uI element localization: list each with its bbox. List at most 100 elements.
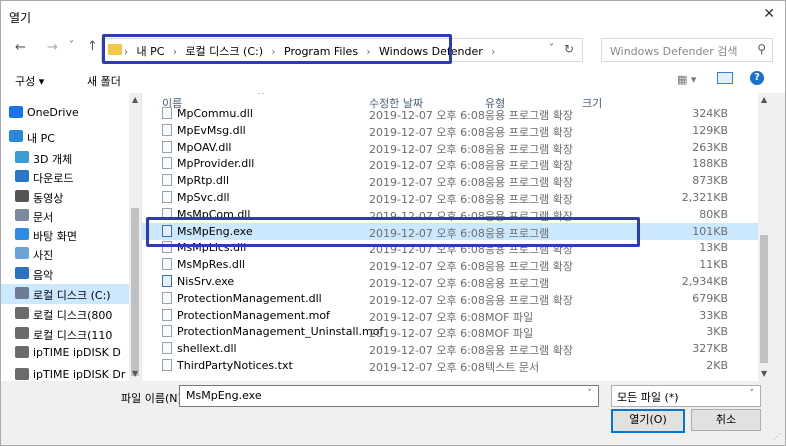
file-row[interactable]: MpSvc.dll 2019-12-07 오후 6:08 응용 프로그램 확장 2,3… [142, 189, 770, 206]
file-name: ThirdPartyNotices.txt [177, 359, 293, 372]
file-row[interactable]: MpOAV.dll 2019-12-07 오후 6:08 응용 프로그램 확장 263… [142, 139, 770, 156]
file-type: 응용 프로그램 [485, 277, 550, 290]
new-folder-button[interactable]: 새 폴더 [87, 73, 121, 89]
file-size: 873KB [692, 174, 728, 188]
sidebar-item-label: 내 PC [27, 132, 55, 145]
sidebar-item-icon [15, 190, 29, 202]
file-type: 응용 프로그램 확장 [485, 109, 573, 122]
document-icon [162, 359, 172, 371]
file-name: ProtectionManagement_Uninstall.mof [177, 325, 384, 339]
forward-arrow-icon[interactable]: → [47, 40, 58, 55]
file-row[interactable]: shellext.dll 2019-12-07 오후 6:08 응용 프로그램 확장… [142, 340, 770, 357]
sidebar-item-label: 바탕 화면 [33, 230, 77, 243]
refresh-icon[interactable]: ↻ [564, 42, 574, 56]
scroll-down-icon[interactable]: ▼ [132, 369, 138, 378]
sidebar-item-label: 로컬 디스크 (C:) [33, 289, 111, 302]
file-date: 2019-12-07 오후 6:08 [369, 277, 485, 290]
file-row[interactable]: MpEvMsg.dll 2019-12-07 오후 6:08 응용 프로그램 확장 1… [142, 122, 770, 139]
file-row[interactable]: ProtectionManagement_Uninstall.mof 2019-1… [142, 323, 770, 340]
sidebar-item[interactable]: 음악 [1, 264, 141, 284]
sidebar-item[interactable]: 내 PC [1, 127, 141, 147]
command-bar: 구성 ▾ 새 폴더 ▦ ▾ [1, 67, 785, 94]
sidebar-scrollbar[interactable]: ▲ ▼ [129, 93, 141, 381]
file-size: 33KB [699, 308, 728, 322]
sidebar-item-label: 로컬 디스크(110 [33, 329, 113, 342]
file-name: MpRtp.dll [177, 174, 230, 188]
sidebar-item-label: 음악 [33, 269, 54, 282]
filename-input[interactable]: MsMpEng.exe ˅ [179, 385, 599, 407]
sidebar-item[interactable]: 사진 [1, 244, 141, 264]
file-type-value: 모든 파일 (*) [617, 391, 679, 404]
up-arrow-icon[interactable]: ↑ [87, 39, 98, 54]
sidebar-item-icon [9, 106, 23, 118]
sidebar-item[interactable]: 동영상 [1, 187, 141, 207]
recent-locations-icon[interactable]: ˅ [69, 40, 74, 51]
sidebar-item[interactable]: 로컬 디스크(800 [1, 304, 141, 324]
sidebar-item-label: 문서 [33, 211, 54, 224]
file-date: 2019-12-07 오후 6:08 [369, 344, 485, 358]
file-row[interactable]: ProtectionManagement.mof 2019-12-07 오후 6:… [142, 307, 770, 324]
file-size: 188KB [692, 157, 728, 171]
preview-pane-icon[interactable] [717, 72, 733, 84]
scroll-up-icon[interactable]: ▲ [761, 95, 767, 104]
file-list-scrollbar[interactable]: ▲ ▼ [758, 93, 770, 381]
sidebar-item[interactable]: 로컬 디스크 (C:) [1, 284, 141, 304]
sidebar-item-label: ipTIME ipDISK D [33, 346, 121, 359]
sidebar-item[interactable]: 3D 개체 [1, 148, 141, 168]
file-name: MpSvc.dll [177, 191, 230, 204]
file-date: 2019-12-07 오후 6:08 [369, 125, 485, 139]
file-type: 응용 프로그램 확장 [485, 193, 573, 206]
file-size: 679KB [692, 291, 728, 305]
file-row[interactable]: NisSrv.exe 2019-12-07 오후 6:08 응용 프로그램 2,934… [142, 273, 770, 290]
sidebar-item[interactable]: ipTIME ipDISK D [1, 343, 141, 363]
file-row[interactable]: MpProvider.dll 2019-12-07 오후 6:08 응용 프로그램 … [142, 155, 770, 172]
breadcrumb-separator: › [491, 47, 496, 58]
sidebar-item[interactable]: ipTIME ipDISK Dr [1, 365, 141, 381]
file-row[interactable]: MsMpRes.dll 2019-12-07 오후 6:08 응용 프로그램 확장 1… [142, 256, 770, 273]
sidebar-item[interactable]: 문서 [1, 206, 141, 226]
sidebar-item-icon [15, 209, 29, 221]
resize-grip-icon[interactable]: ⋰ [773, 432, 781, 441]
file-name: ProtectionManagement.dll [177, 291, 322, 305]
sidebar-item-icon [15, 307, 29, 319]
sidebar-item[interactable]: 로컬 디스크(110 [1, 324, 141, 344]
file-name: MpEvMsg.dll [177, 123, 246, 137]
file-list-scroll-thumb[interactable] [760, 235, 768, 363]
organize-button[interactable]: 구성 ▾ [15, 73, 44, 89]
search-input[interactable]: Windows Defender 검색 ⚲ [601, 38, 773, 62]
file-date: 2019-12-07 오후 6:08 [369, 361, 485, 374]
sidebar-item-icon [15, 228, 29, 240]
sidebar-item[interactable]: OneDrive [1, 103, 141, 123]
dialog-title: 열기 [9, 11, 32, 25]
open-button[interactable]: 열기(O) [611, 409, 685, 433]
help-icon[interactable]: ? [750, 71, 764, 85]
close-icon[interactable]: ✕ [763, 6, 775, 22]
file-type-select[interactable]: 모든 파일 (*) ˅ [611, 385, 761, 407]
sidebar-item-icon [15, 170, 29, 182]
filename-dropdown-icon[interactable]: ˅ [588, 389, 593, 399]
sidebar-item-label: ipTIME ipDISK Dr [33, 368, 126, 381]
file-row[interactable]: MpCommu.dll 2019-12-07 오후 6:08 응용 프로그램 확장 3… [142, 105, 770, 122]
back-arrow-icon[interactable]: ← [15, 40, 26, 55]
dll-file-icon [162, 291, 172, 304]
sidebar-item-icon [15, 368, 29, 380]
file-row[interactable]: ThirdPartyNotices.txt 2019-12-07 오후 6:08 텍… [142, 357, 770, 374]
file-type: 응용 프로그램 확장 [485, 293, 573, 307]
file-date: 2019-12-07 오후 6:08 [369, 193, 485, 206]
file-date: 2019-12-07 오후 6:08 [369, 310, 485, 324]
view-options-icon[interactable]: ▦ ▾ [677, 73, 696, 86]
sidebar-item-label: OneDrive [27, 106, 79, 119]
file-row[interactable]: MpRtp.dll 2019-12-07 오후 6:08 응용 프로그램 확장 873… [142, 172, 770, 189]
file-type: 응용 프로그램 확장 [485, 125, 573, 139]
cancel-button[interactable]: 취소 [691, 409, 761, 431]
address-dropdown-icon[interactable]: ˅ [549, 43, 554, 54]
file-row[interactable]: ProtectionManagement.dll 2019-12-07 오후 6:… [142, 290, 770, 307]
file-size: 324KB [692, 107, 728, 120]
scroll-down-icon[interactable]: ▼ [761, 369, 767, 378]
sidebar-item[interactable]: 바탕 화면 [1, 225, 141, 245]
sidebar-item[interactable]: 다운로드 [1, 167, 141, 187]
file-date: 2019-12-07 오후 6:08 [369, 176, 485, 190]
scroll-up-icon[interactable]: ▲ [132, 95, 138, 104]
file-name: NisSrv.exe [177, 275, 235, 288]
sidebar-scroll-thumb[interactable] [131, 208, 139, 376]
